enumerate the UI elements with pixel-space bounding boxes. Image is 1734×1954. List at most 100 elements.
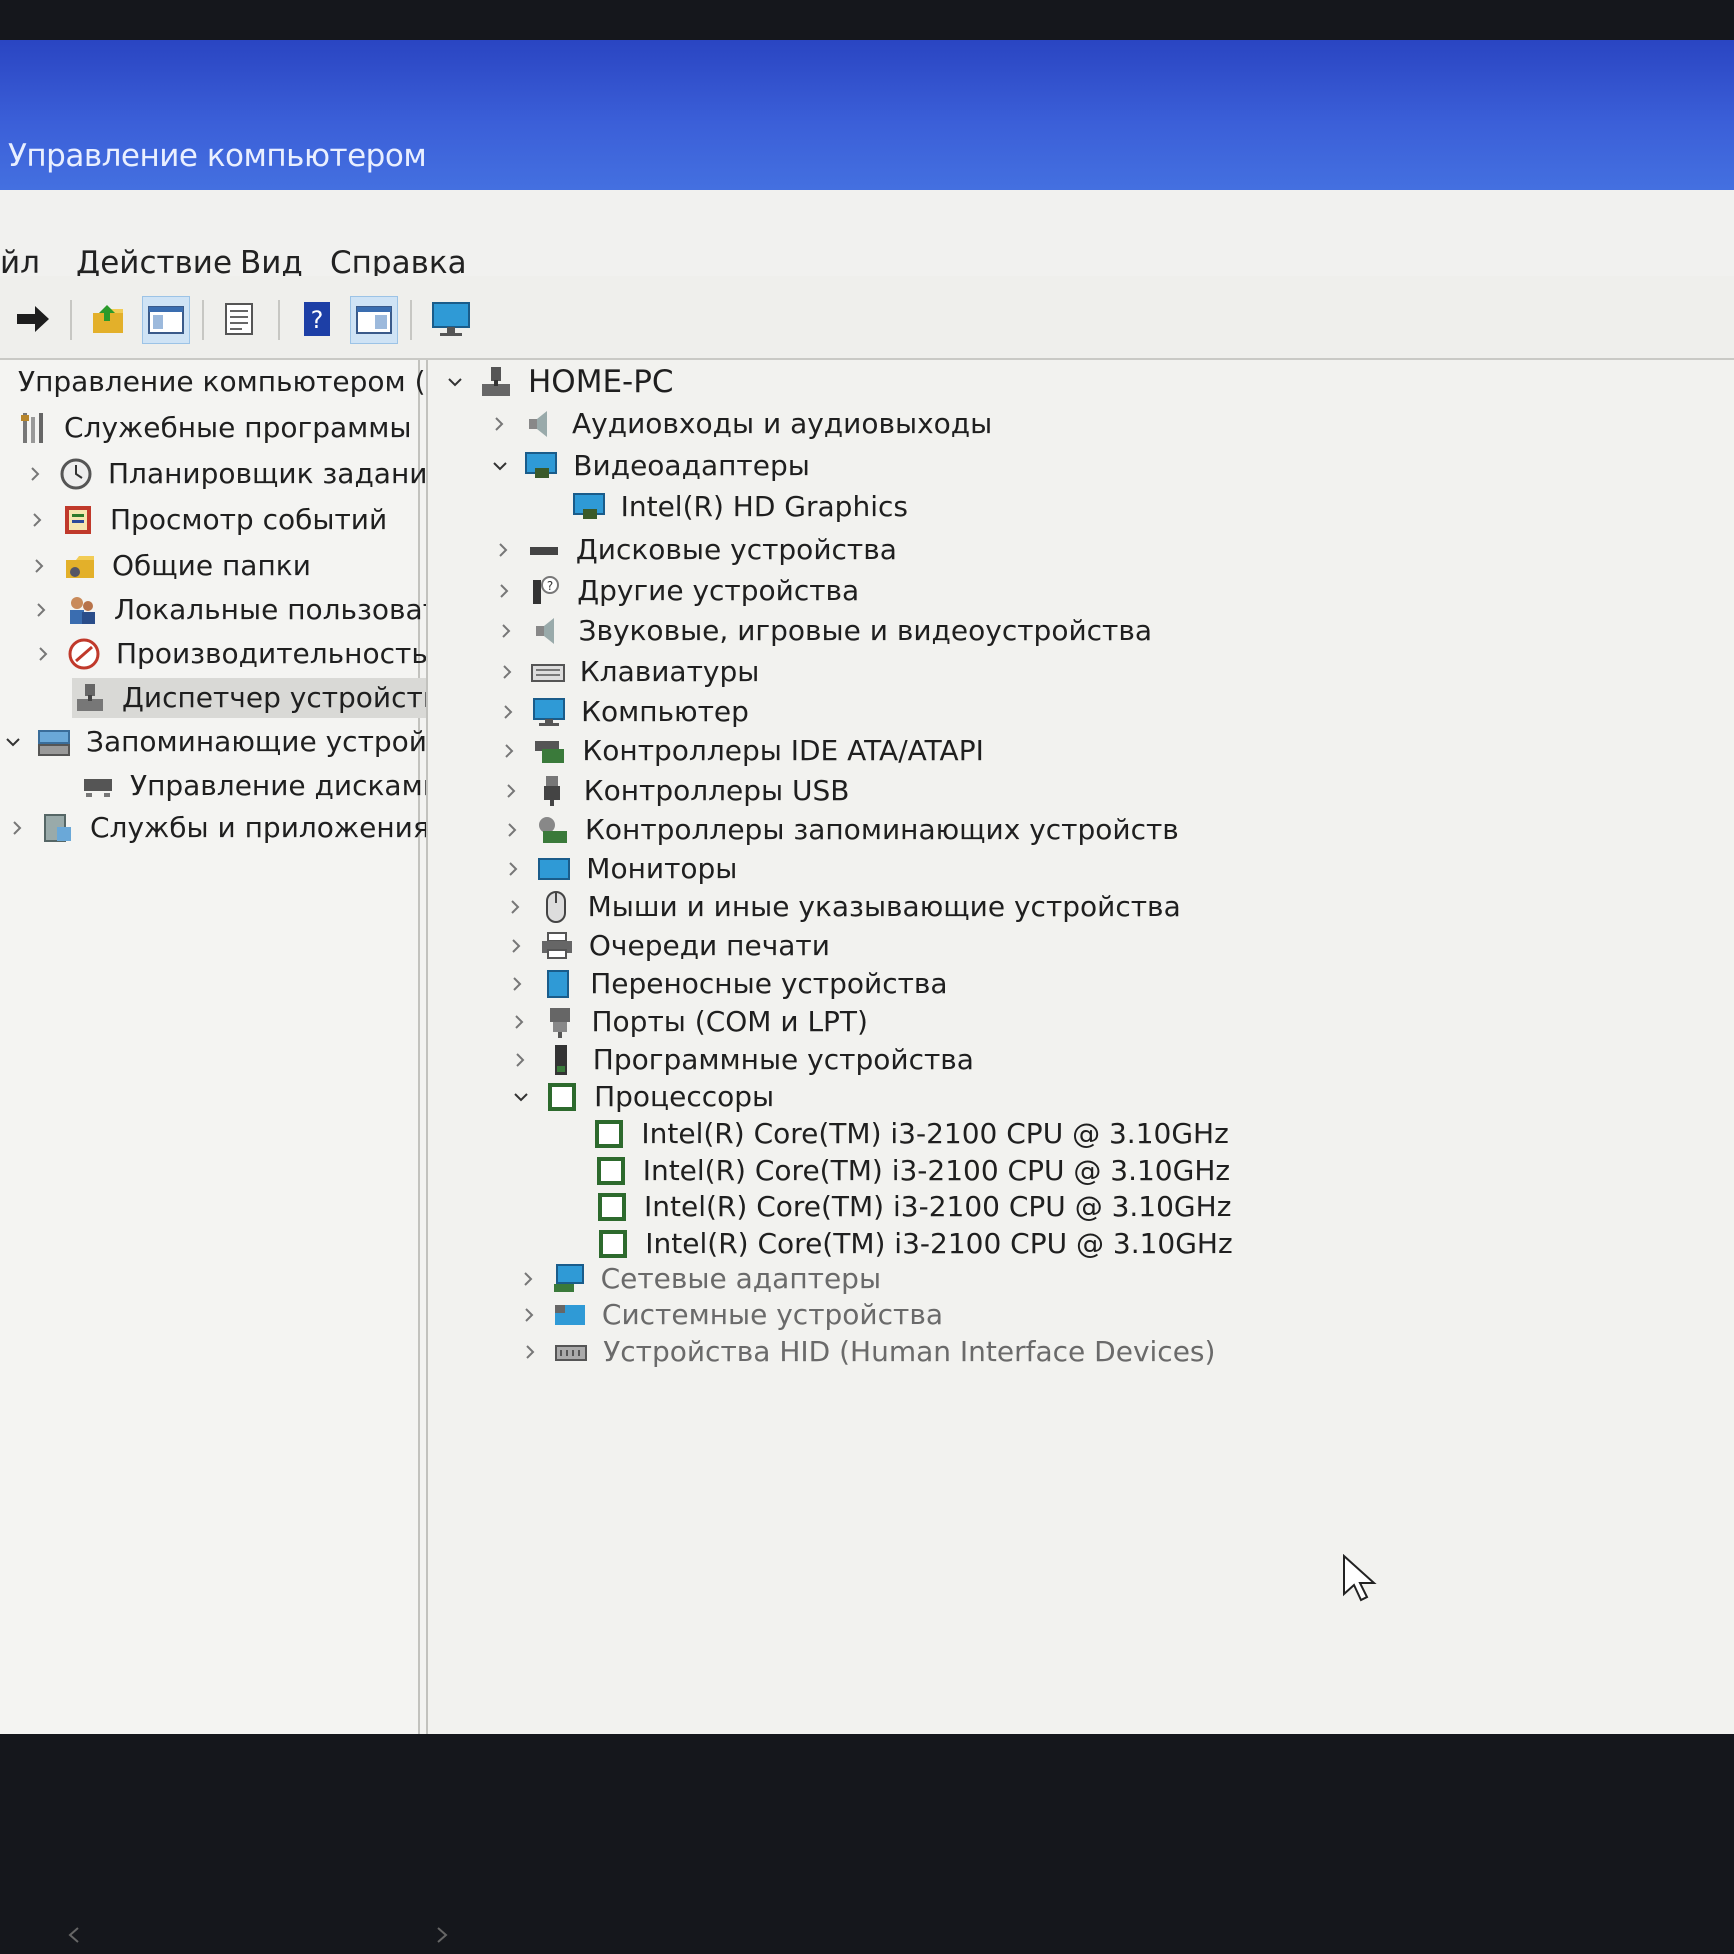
device-category[interactable]: Контроллеры запоминающих устройств <box>501 810 1179 850</box>
tree-item-services[interactable]: Службы и приложения <box>6 808 430 848</box>
tree-item-disk-management[interactable]: Управление дисками <box>80 766 441 806</box>
device-category[interactable]: Устройства HID (Human Interface Devices) <box>519 1332 1215 1372</box>
toolbar-separator <box>202 300 204 340</box>
chevron-down-icon[interactable] <box>489 455 511 477</box>
processor-icon <box>593 1153 629 1189</box>
tree-item-device-manager[interactable]: Диспетчер устройств <box>72 678 448 718</box>
device-label: Очереди печати <box>588 929 830 962</box>
monitor-icon[interactable] <box>428 296 474 342</box>
view-icon[interactable] <box>350 296 398 344</box>
up-folder-icon[interactable] <box>86 296 132 342</box>
window-title: Управление компьютером <box>8 138 427 174</box>
chevron-down-icon[interactable] <box>510 1086 532 1108</box>
chevron-right-icon[interactable] <box>519 1341 541 1363</box>
shared-folder-icon <box>62 548 98 584</box>
device-label: Другие устройства <box>577 574 860 607</box>
processor-icon <box>544 1079 580 1115</box>
mouse-icon <box>538 889 574 925</box>
display-adapter-icon <box>523 448 559 484</box>
properties-icon[interactable] <box>216 296 262 342</box>
chevron-right-icon[interactable] <box>505 935 527 957</box>
device-category[interactable]: Контроллеры IDE ATA/ATAPI <box>498 731 984 771</box>
device-category[interactable]: ? Другие устройства <box>493 571 859 611</box>
device-label: Системные устройства <box>601 1298 943 1331</box>
processor-icon <box>595 1226 631 1262</box>
chevron-right-icon[interactable] <box>30 599 52 621</box>
device-item[interactable]: Intel(R) Core(TM) i3-2100 CPU @ 3.10GHz <box>559 1151 1230 1191</box>
device-item[interactable]: Intel(R) HD Graphics <box>537 487 908 527</box>
device-category[interactable]: Процессоры <box>510 1077 774 1117</box>
tree-item-performance[interactable]: Производительность <box>32 634 428 674</box>
device-item[interactable]: Intel(R) Core(TM) i3-2100 CPU @ 3.10GHz <box>557 1114 1229 1154</box>
chevron-right-icon[interactable] <box>495 620 517 642</box>
system-device-icon <box>552 1297 588 1333</box>
chevron-right-icon[interactable] <box>506 973 528 995</box>
tree-root-home-pc[interactable]: HOME-PC <box>444 362 674 402</box>
show-tree-icon[interactable] <box>142 296 190 344</box>
device-category[interactable]: Мониторы <box>502 849 737 889</box>
computer-icon <box>531 694 567 730</box>
device-category[interactable]: Компьютер <box>497 692 749 732</box>
chevron-right-icon[interactable] <box>504 896 526 918</box>
device-category[interactable]: Контроллеры USB <box>500 771 850 811</box>
chevron-right-icon[interactable] <box>518 1304 540 1326</box>
storage-icon <box>36 724 72 760</box>
chevron-right-icon[interactable] <box>24 463 46 485</box>
help-icon[interactable]: ? <box>294 296 340 342</box>
tree-item-computer-management[interactable]: Управление компьютером (л <box>4 362 443 402</box>
chevron-right-icon[interactable] <box>497 701 519 723</box>
chevron-right-icon[interactable] <box>26 509 48 531</box>
tree-item-shared-folders[interactable]: Общие папки <box>28 546 311 586</box>
device-category[interactable]: Программные устройства <box>509 1040 974 1080</box>
chevron-right-icon[interactable] <box>496 661 518 683</box>
title-bar[interactable]: Управление компьютером <box>0 40 1734 190</box>
tree-item-storage[interactable]: Запоминающие устройст <box>2 722 459 762</box>
device-category[interactable]: Мыши и иные указывающие устройства <box>504 887 1181 927</box>
chevron-right-icon[interactable] <box>32 643 54 665</box>
speaker-icon <box>529 613 565 649</box>
tree-item-system-tools[interactable]: Служебные программы <box>14 408 411 448</box>
device-category[interactable]: Видеоадаптеры <box>489 446 810 486</box>
portable-device-icon <box>540 966 576 1002</box>
device-category[interactable]: Сетевые адаптеры <box>517 1259 881 1299</box>
chevron-right-icon[interactable] <box>488 413 510 435</box>
software-device-icon <box>543 1042 579 1078</box>
computer-management-window: Управление компьютером йл Действие Вид С… <box>0 40 1734 1943</box>
tree-item-event-viewer[interactable]: Просмотр событий <box>26 500 387 540</box>
printer-icon <box>539 928 575 964</box>
device-category[interactable]: Системные устройства <box>518 1295 943 1335</box>
mouse-cursor-icon <box>1340 1553 1380 1606</box>
chevron-right-icon[interactable] <box>517 1268 539 1290</box>
device-label: Intel(R) Core(TM) i3-2100 CPU @ 3.10GHz <box>642 1154 1231 1187</box>
device-category[interactable]: Переносные устройства <box>506 964 948 1004</box>
device-category[interactable]: Звуковые, игровые и видеоустройства <box>495 611 1153 651</box>
chevron-down-icon[interactable] <box>444 371 466 393</box>
tree-item-task-scheduler[interactable]: Планировщик заданий <box>24 454 446 494</box>
device-label: Intel(R) Core(TM) i3-2100 CPU @ 3.10GHz <box>641 1117 1229 1150</box>
chevron-right-icon[interactable] <box>508 1011 530 1033</box>
chevron-down-icon[interactable] <box>2 731 24 753</box>
forward-icon[interactable] <box>10 296 56 342</box>
chevron-right-icon[interactable] <box>492 539 514 561</box>
chevron-right-icon[interactable] <box>500 780 522 802</box>
device-category[interactable]: Клавиатуры <box>496 652 759 692</box>
device-category[interactable]: Порты (COM и LPT) <box>508 1002 868 1042</box>
device-category[interactable]: Аудиовходы и аудиовыходы <box>488 404 992 444</box>
device-item[interactable]: Intel(R) Core(TM) i3-2100 CPU @ 3.10GHz <box>561 1224 1233 1264</box>
chevron-right-icon[interactable] <box>6 817 28 839</box>
device-category[interactable]: Очереди печати <box>505 926 830 966</box>
device-item[interactable]: Intel(R) Core(TM) i3-2100 CPU @ 3.10GHz <box>560 1187 1231 1227</box>
device-category[interactable]: Дисковые устройства <box>492 530 897 570</box>
chevron-right-icon[interactable] <box>502 858 524 880</box>
horizontal-scrollbar[interactable] <box>58 1920 458 1950</box>
device-label: Звуковые, игровые и видеоустройства <box>578 614 1153 647</box>
chevron-right-icon[interactable] <box>509 1049 531 1071</box>
tree-item-local-users[interactable]: Локальные пользовате <box>30 590 456 630</box>
chevron-right-icon[interactable] <box>28 555 50 577</box>
chevron-right-icon[interactable] <box>501 819 523 841</box>
chevron-right-icon[interactable] <box>498 740 520 762</box>
device-tree-pane: HOME-PC Аудиовходы и аудиовыходы Видеоада… <box>426 360 1734 1734</box>
computer-management-icon <box>4 364 12 400</box>
chevron-right-icon[interactable] <box>493 580 515 602</box>
